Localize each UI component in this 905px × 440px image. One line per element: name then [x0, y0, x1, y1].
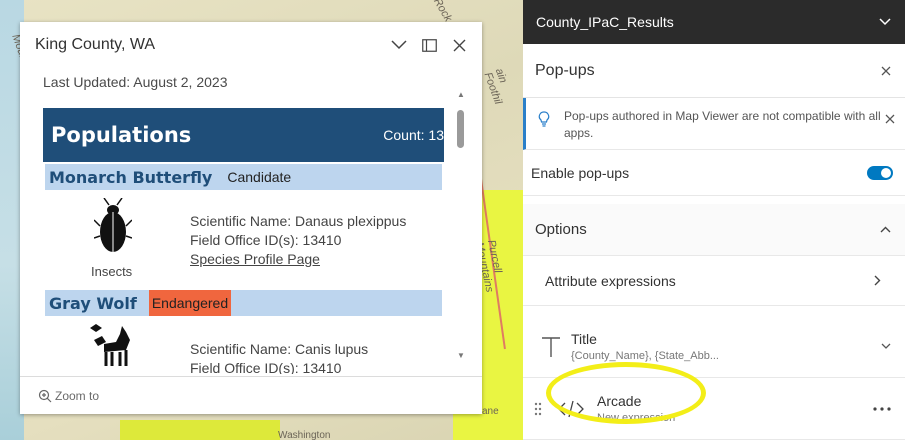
arcade-card-title: Arcade [597, 393, 642, 409]
status-badge: Candidate [227, 169, 292, 185]
layer-selector[interactable]: County_IPaC_Results [523, 0, 905, 44]
scroll-thumb[interactable] [457, 110, 464, 148]
field-office: Field Office ID(s): 13410 [190, 232, 342, 248]
zoom-to-button[interactable]: Zoom to [20, 376, 482, 414]
enable-popups-row: Enable pop-ups [523, 150, 905, 196]
enable-popups-label: Enable pop-ups [531, 164, 630, 181]
options-header[interactable]: Options [523, 204, 905, 256]
map-label: Rock [431, 0, 454, 24]
populations-heading: Populations [51, 123, 192, 147]
scientific-name: Scientific Name: Danaus plexippus [190, 213, 407, 229]
popup-title: King County, WA [35, 36, 156, 53]
close-icon[interactable] [881, 66, 891, 76]
insect-icon [94, 198, 132, 252]
zoom-to-label: Zoom to [55, 388, 100, 403]
configure-popups-panel: County_IPaC_Results Pop-ups Pop-ups auth… [523, 0, 905, 440]
more-options-icon[interactable] [873, 406, 891, 411]
mammal-icon [90, 324, 130, 366]
section-title: Pop-ups [535, 61, 595, 79]
scroll-up-arrow-icon[interactable]: ▲ [457, 90, 465, 99]
title-card-subtitle: {County_Name}, {State_Abb... [571, 350, 719, 362]
close-popup-button[interactable] [444, 30, 474, 60]
species-header: Gray Wolf Endangered [45, 290, 442, 316]
populations-banner: Populations Count: 13 [43, 108, 444, 162]
map-popup: King County, WA Last Updated: August 2, … [20, 22, 482, 414]
species-header: Monarch Butterfly Candidate [45, 164, 442, 190]
popup-header: King County, WA [20, 22, 482, 68]
drag-handle-icon[interactable] [531, 402, 545, 416]
scientific-name: Scientific Name: Canis lupus [190, 341, 369, 357]
field-office: Field Office ID(s): 13410 [190, 360, 342, 374]
map-label: Washington [278, 430, 331, 440]
last-updated-text: Last Updated: August 2, 2023 [43, 74, 228, 90]
options-label: Options [535, 221, 587, 238]
zoom-in-icon [38, 389, 52, 402]
species-profile-link[interactable]: Species Profile Page [190, 250, 406, 269]
popup-scrollbar[interactable]: ▲ ▼ [456, 90, 466, 360]
attribute-expressions-row[interactable]: Attribute expressions [523, 256, 905, 306]
attribute-expressions-label: Attribute expressions [545, 272, 676, 289]
species-details: Scientific Name: Danaus plexippus Field … [190, 212, 406, 269]
species-name: Monarch Butterfly [49, 167, 213, 187]
lightbulb-icon [538, 111, 550, 127]
chevron-up-icon [880, 226, 891, 233]
close-icon [453, 39, 465, 51]
code-icon [551, 400, 591, 418]
county-polygon-south[interactable] [120, 420, 280, 440]
chevron-down-icon [391, 40, 407, 50]
collapse-button[interactable] [384, 30, 414, 60]
species-group: Insects [91, 264, 133, 279]
chevron-right-icon [874, 275, 881, 286]
populations-count: Count: 13 [383, 127, 444, 143]
species-details: Scientific Name: Canis lupus Field Offic… [190, 340, 368, 374]
toggle-knob [881, 167, 891, 178]
compatibility-notice: Pop-ups authored in Map Viewer are not c… [523, 98, 905, 150]
enable-popups-toggle[interactable] [867, 165, 893, 180]
arcade-card-subtitle: New expression [597, 412, 676, 424]
title-element-icon [531, 336, 571, 358]
map-label: ain Foothil [481, 66, 510, 107]
dock-button[interactable] [414, 30, 444, 60]
arcade-card[interactable]: Arcade New expression [523, 378, 905, 440]
chevron-down-icon [879, 18, 891, 26]
popup-content[interactable]: Last Updated: August 2, 2023 Populations… [20, 68, 482, 374]
dock-icon [421, 38, 437, 52]
scroll-down-arrow-icon[interactable]: ▼ [457, 351, 465, 360]
title-card[interactable]: Title {County_Name}, {State_Abb... [523, 316, 905, 378]
chevron-down-icon[interactable] [881, 343, 891, 350]
popup-elements: Title {County_Name}, {State_Abb... Arcad… [523, 316, 905, 440]
species-name: Gray Wolf [49, 293, 137, 313]
title-card-title: Title [571, 331, 597, 347]
popups-section-header: Pop-ups [523, 44, 905, 98]
map-label: ane [482, 406, 499, 417]
close-icon[interactable] [885, 114, 895, 124]
notice-text: Pop-ups authored in Map Viewer are not c… [564, 109, 881, 140]
status-badge: Endangered [148, 290, 232, 316]
layer-name: County_IPaC_Results [536, 14, 674, 30]
